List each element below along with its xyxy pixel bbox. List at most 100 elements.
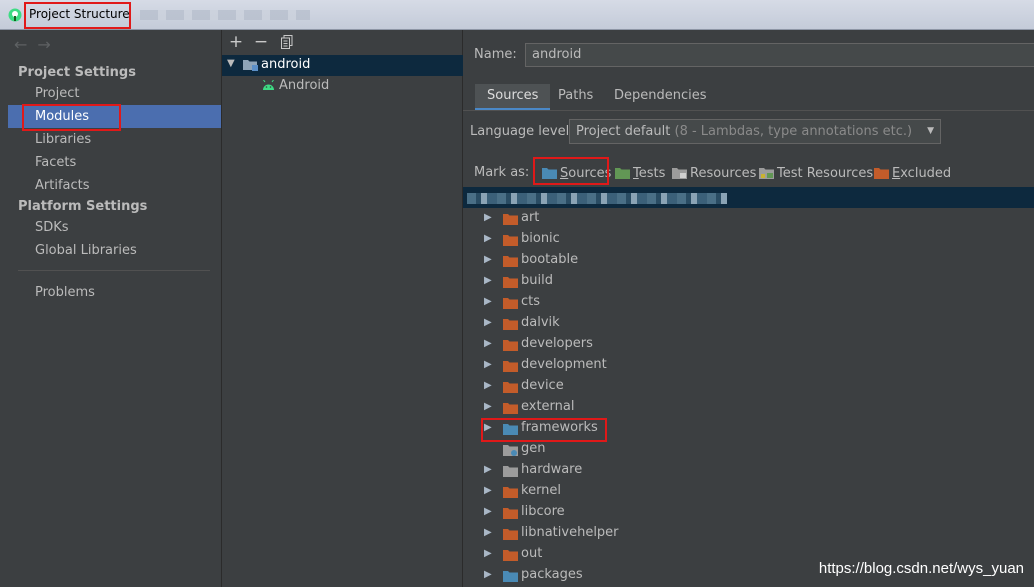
- folder-icon: [503, 214, 518, 225]
- mark-resources-button[interactable]: Resources: [672, 165, 756, 183]
- facet-item-android[interactable]: Android: [222, 76, 463, 97]
- tree-row-label: developers: [521, 336, 593, 351]
- language-level-hint: (8 - Lambdas, type annotations etc.): [674, 124, 913, 139]
- mark-test-resources-button[interactable]: Test Resources: [759, 165, 873, 183]
- mark-as-label: Mark as:: [474, 165, 530, 180]
- tree-row-gen[interactable]: gen: [463, 439, 1034, 460]
- settings-sidebar: ←→ Project Settings Project Modules Libr…: [0, 30, 222, 587]
- folder-icon: [503, 571, 518, 582]
- expand-triangle-icon[interactable]: ▶: [484, 485, 492, 496]
- folder-icon: [503, 550, 518, 561]
- excluded-folder-icon: [874, 168, 889, 179]
- expand-triangle-icon[interactable]: ▶: [484, 527, 492, 538]
- expand-triangle-icon[interactable]: ▶: [484, 317, 492, 328]
- module-item-android[interactable]: ▼ android: [222, 55, 463, 76]
- expand-triangle-icon[interactable]: ▶: [484, 422, 492, 433]
- module-name-field[interactable]: android: [525, 43, 1034, 67]
- expand-triangle-icon[interactable]: ▶: [484, 254, 492, 265]
- folder-icon: [503, 298, 518, 309]
- content-root-row[interactable]: [463, 187, 1034, 208]
- expand-triangle-icon[interactable]: ▶: [484, 275, 492, 286]
- folder-icon: [503, 529, 518, 540]
- folder-icon: [503, 235, 518, 246]
- folder-icon: [503, 445, 518, 456]
- sidebar-item-artifacts[interactable]: Artifacts: [8, 174, 221, 197]
- tree-row-build[interactable]: ▶ build: [463, 271, 1034, 292]
- tree-row-art[interactable]: ▶ art: [463, 208, 1034, 229]
- tree-row-bionic[interactable]: ▶ bionic: [463, 229, 1034, 250]
- resources-folder-icon: [672, 168, 687, 179]
- sidebar-item-sdks[interactable]: SDKs: [8, 216, 221, 239]
- folder-icon: [503, 382, 518, 393]
- tree-row-label: libnativehelper: [521, 525, 619, 540]
- name-label: Name:: [474, 47, 517, 62]
- mark-sources-button[interactable]: Sources: [542, 165, 611, 183]
- forward-arrow-icon[interactable]: →: [37, 35, 60, 54]
- tree-row-frameworks[interactable]: ▶ frameworks: [463, 418, 1034, 439]
- tree-row-label: development: [521, 357, 607, 372]
- tree-row-label: bionic: [521, 231, 560, 246]
- expand-triangle-icon[interactable]: ▶: [484, 233, 492, 244]
- expand-triangle-icon[interactable]: ▶: [484, 212, 492, 223]
- tab-dependencies[interactable]: Dependencies: [602, 84, 719, 111]
- module-name: android: [261, 57, 311, 72]
- mark-excluded-button[interactable]: Excluded: [874, 165, 951, 183]
- android-studio-icon: [8, 8, 22, 22]
- tree-row-developers[interactable]: ▶ developers: [463, 334, 1034, 355]
- tab-paths[interactable]: Paths: [546, 84, 605, 111]
- back-arrow-icon[interactable]: ←: [14, 35, 37, 54]
- folder-icon: [503, 466, 518, 477]
- tree-row-external[interactable]: ▶ external: [463, 397, 1034, 418]
- collapse-triangle-icon[interactable]: ▼: [227, 58, 235, 69]
- copy-icon[interactable]: [278, 32, 296, 52]
- redacted-path: [467, 193, 727, 204]
- tree-row-libnativehelper[interactable]: ▶ libnativehelper: [463, 523, 1034, 544]
- sidebar-item-project[interactable]: Project: [8, 82, 221, 105]
- tree-row-label: frameworks: [521, 420, 598, 435]
- tree-row-device[interactable]: ▶ device: [463, 376, 1034, 397]
- tree-row-libcore[interactable]: ▶ libcore: [463, 502, 1034, 523]
- modules-panel: + − ▼ android Android: [222, 30, 463, 587]
- expand-triangle-icon[interactable]: ▶: [484, 464, 492, 475]
- mark-tests-button[interactable]: Tests: [615, 165, 665, 183]
- tree-row-dalvik[interactable]: ▶ dalvik: [463, 313, 1034, 334]
- sidebar-item-problems[interactable]: Problems: [8, 281, 221, 304]
- sidebar-divider: [18, 270, 210, 271]
- expand-triangle-icon[interactable]: ▶: [484, 380, 492, 391]
- expand-triangle-icon[interactable]: ▶: [484, 548, 492, 559]
- expand-triangle-icon[interactable]: ▶: [484, 296, 492, 307]
- redacted-title-text: [140, 10, 310, 20]
- expand-triangle-icon[interactable]: ▶: [484, 359, 492, 370]
- folder-icon: [503, 508, 518, 519]
- sidebar-item-facets[interactable]: Facets: [8, 151, 221, 174]
- tree-row-bootable[interactable]: ▶ bootable: [463, 250, 1034, 271]
- sidebar-item-libraries[interactable]: Libraries: [8, 128, 221, 151]
- tree-row-label: packages: [521, 567, 583, 582]
- tab-divider: [463, 110, 1034, 111]
- tree-row-hardware[interactable]: ▶ hardware: [463, 460, 1034, 481]
- folder-icon: [503, 403, 518, 414]
- tree-row-label: cts: [521, 294, 541, 309]
- android-icon: [263, 80, 274, 90]
- sources-folder-icon: [542, 168, 557, 179]
- folder-icon: [503, 256, 518, 267]
- add-module-button[interactable]: +: [227, 32, 245, 52]
- tree-row-label: dalvik: [521, 315, 560, 330]
- tree-row-cts[interactable]: ▶ cts: [463, 292, 1034, 313]
- nav-arrows: ←→: [14, 35, 61, 54]
- tab-sources[interactable]: Sources: [475, 84, 551, 111]
- folder-icon: [503, 340, 518, 351]
- tree-row-label: hardware: [521, 462, 583, 477]
- sidebar-item-global-libraries[interactable]: Global Libraries: [8, 239, 221, 262]
- tree-row-development[interactable]: ▶ development: [463, 355, 1034, 376]
- expand-triangle-icon[interactable]: ▶: [484, 338, 492, 349]
- sidebar-item-modules[interactable]: Modules: [8, 105, 221, 128]
- tree-row-label: out: [521, 546, 543, 561]
- remove-module-button[interactable]: −: [252, 32, 270, 52]
- expand-triangle-icon[interactable]: ▶: [484, 569, 492, 580]
- expand-triangle-icon[interactable]: ▶: [484, 506, 492, 517]
- folder-icon: [503, 361, 518, 372]
- language-level-select[interactable]: Project default (8 - Lambdas, type annot…: [569, 119, 941, 144]
- tree-row-kernel[interactable]: ▶ kernel: [463, 481, 1034, 502]
- expand-triangle-icon[interactable]: ▶: [484, 401, 492, 412]
